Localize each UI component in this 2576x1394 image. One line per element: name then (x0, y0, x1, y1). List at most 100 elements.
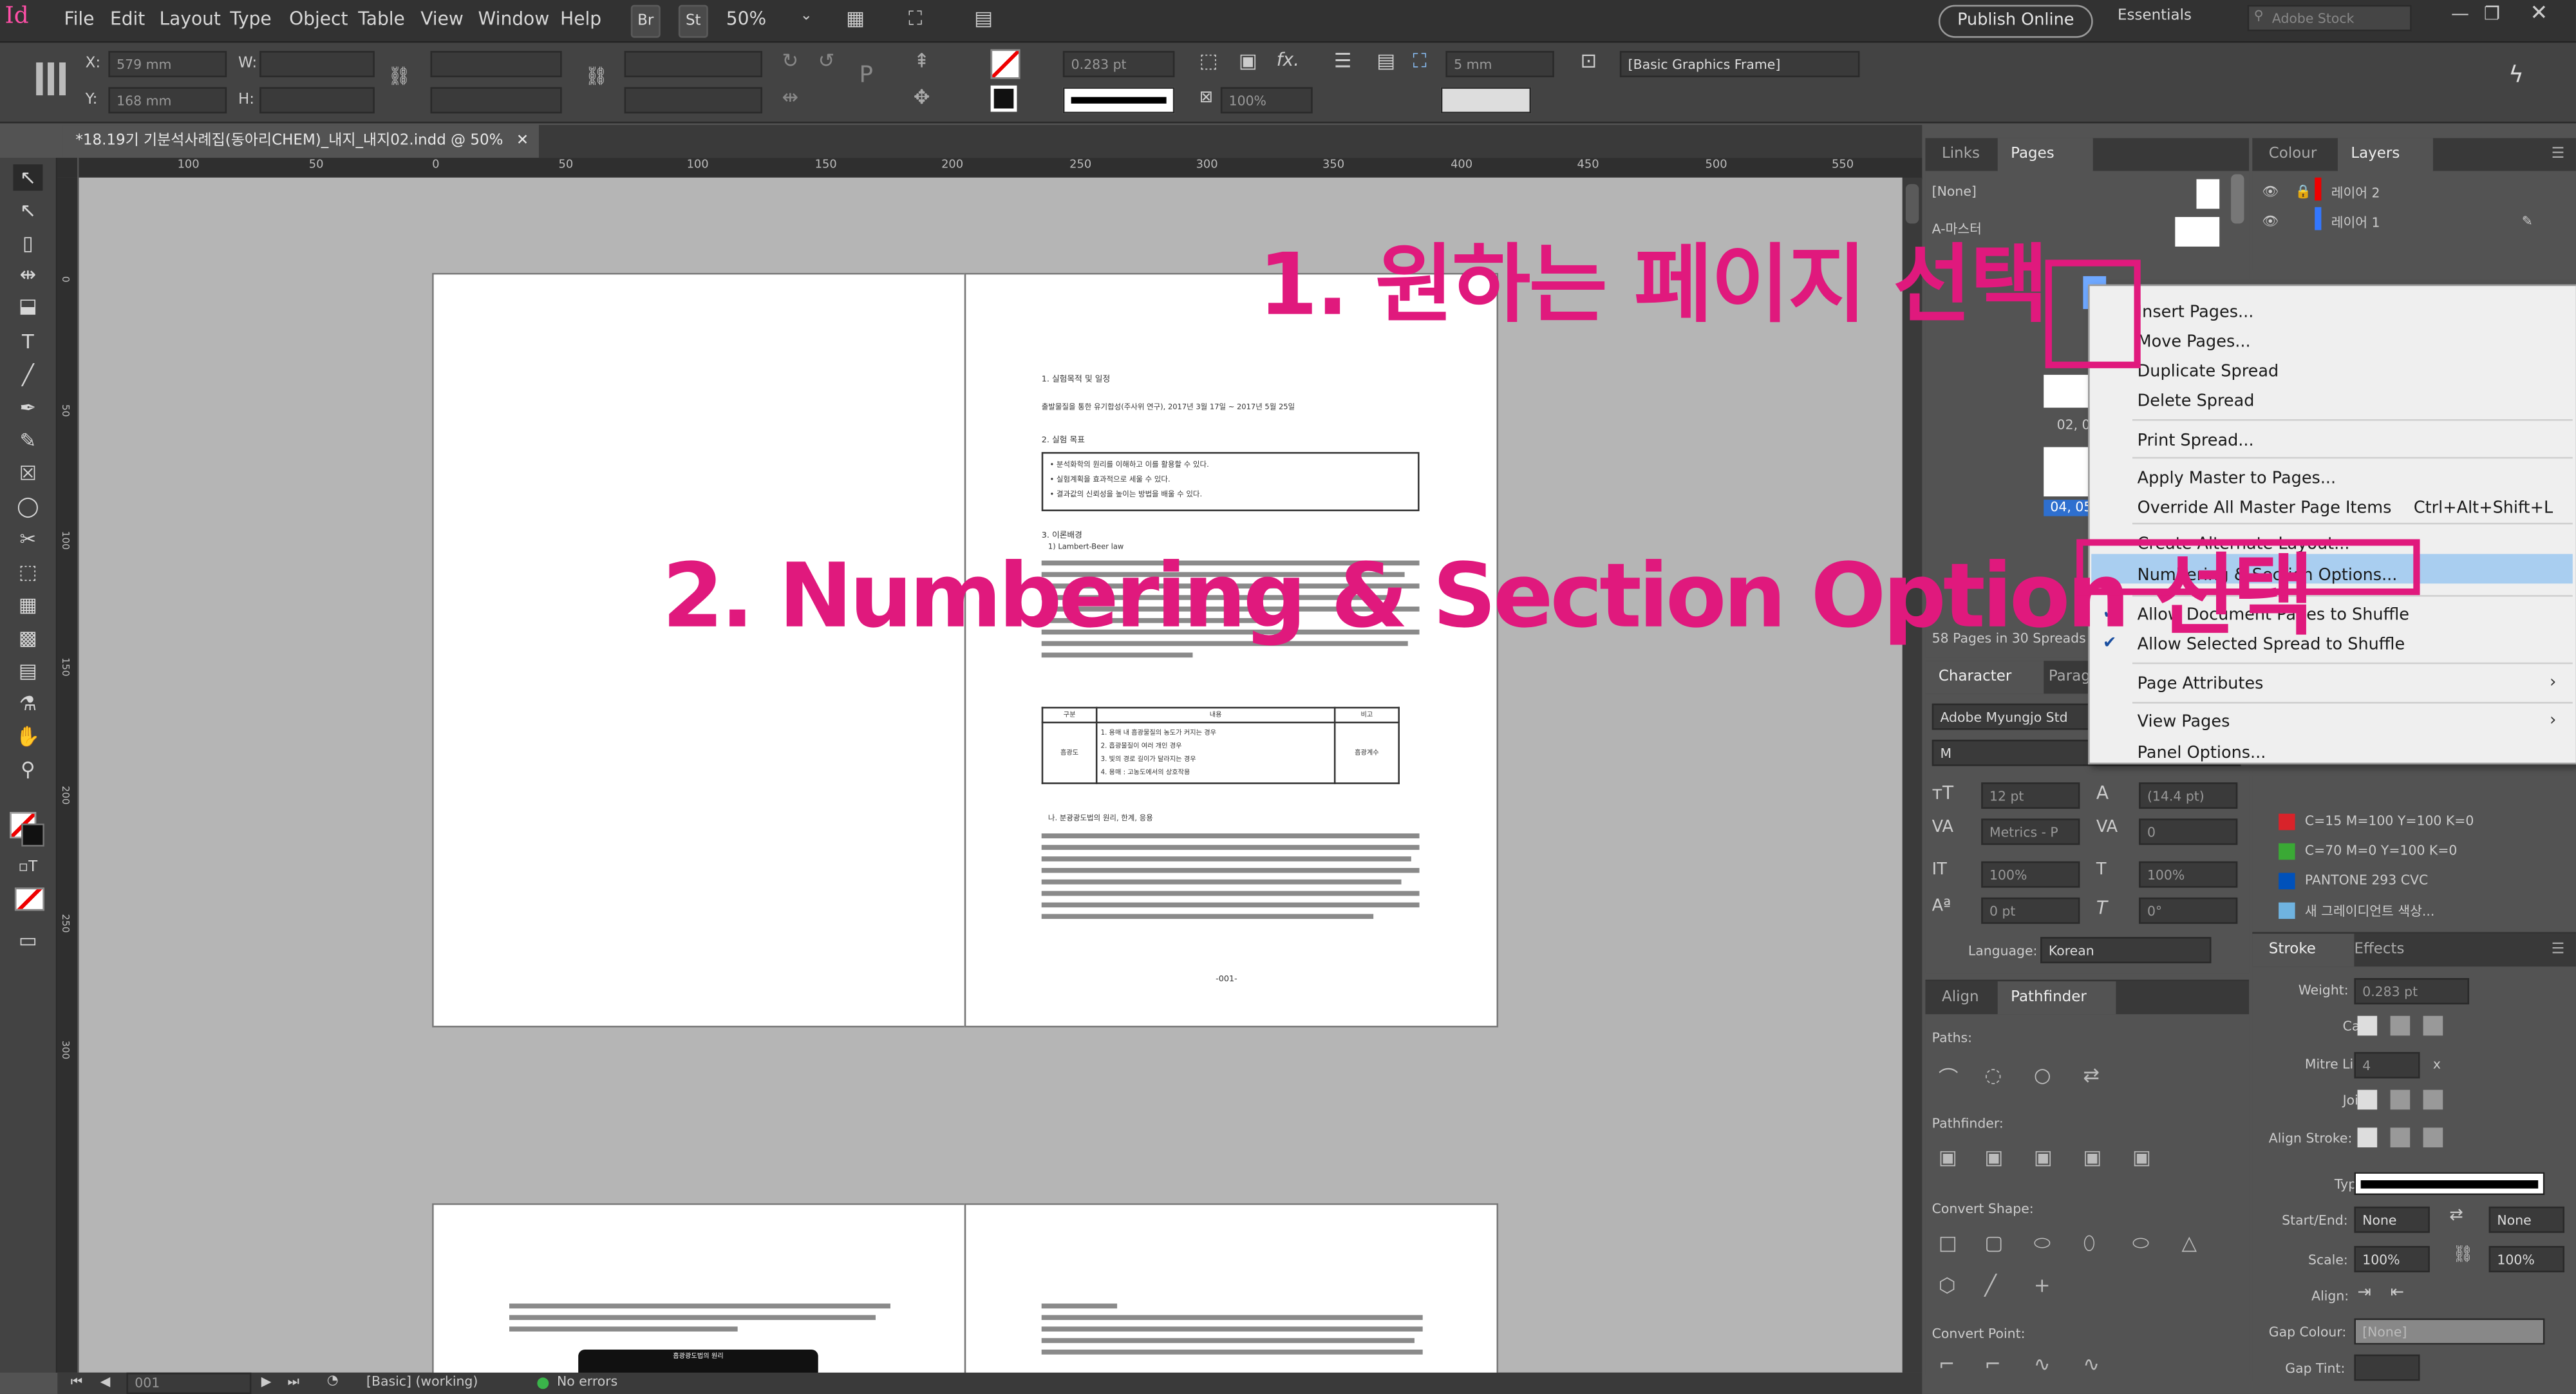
arrange-documents-icon[interactable]: ▤ (974, 6, 993, 30)
corner-point-icon[interactable]: ⌐ (1984, 1353, 2001, 1376)
rotation-field[interactable] (624, 51, 762, 77)
gap-tool-icon[interactable]: ⇹ (13, 261, 42, 288)
preflight-status[interactable]: No errors (557, 1374, 617, 1389)
wrap-around-icon[interactable]: ▤ (1377, 50, 1395, 73)
page-tool-icon[interactable]: ▯ (13, 230, 42, 256)
align-center-stroke-icon[interactable] (2357, 1127, 2378, 1147)
constrain-scale-icon[interactable]: ⛓ (585, 66, 608, 87)
pasteboard[interactable]: 1. 실험목적 및 일정 출발물질을 통한 유기합성(주사위 연구), 2017… (79, 177, 1903, 1388)
constrain-proportions-icon[interactable]: ⛓ (388, 66, 411, 87)
menu-item-delete-spread[interactable]: Delete Spread (2090, 390, 2573, 416)
none-master-label[interactable]: [None] (1932, 184, 1977, 199)
type-tool-icon[interactable]: T (13, 329, 42, 355)
align-outside-stroke-icon[interactable] (2423, 1127, 2443, 1147)
adobe-stock-search[interactable]: Adobe Stock (2247, 5, 2412, 32)
publish-online-button[interactable]: Publish Online (1938, 5, 2093, 38)
line-tool-icon[interactable]: ╱ (13, 362, 42, 388)
intersect-shape-icon[interactable]: ▣ (2034, 1145, 2053, 1169)
tab-stroke[interactable]: Stroke (2252, 934, 2355, 967)
menu-type[interactable]: Type (230, 8, 271, 30)
opacity-field[interactable]: 100% (1220, 87, 1313, 114)
gradient-swatch-tool-icon[interactable]: ▦ (13, 592, 42, 618)
auto-fit-icon[interactable]: ⛶ (1413, 50, 1426, 74)
stroke-type-field[interactable] (1062, 87, 1175, 114)
zoom-tool-icon[interactable]: ⚲ (13, 756, 42, 782)
minimize-icon[interactable]: — (2451, 3, 2469, 24)
layers-menu-icon[interactable]: ☰ (2552, 138, 2565, 171)
master-status[interactable]: [Basic] (working) (366, 1374, 478, 1389)
symmetrical-point-icon[interactable]: ∿ (2083, 1353, 2100, 1376)
convert-rounded-icon[interactable]: ▢ (1984, 1231, 2003, 1254)
tab-layers[interactable]: Layers (2337, 138, 2433, 171)
tab-links[interactable]: Links (1942, 138, 1980, 171)
content-collector-icon[interactable]: ⬓ (13, 292, 42, 319)
none-master-thumb[interactable] (2196, 179, 2220, 209)
menu-item-panel-options[interactable]: Panel Options... (2090, 741, 2573, 768)
direct-selection-tool-icon[interactable]: ↖ (13, 197, 42, 223)
layer1-visibility-icon[interactable]: 👁 (2262, 214, 2279, 229)
convert-bevel-icon[interactable]: ⬭ (2034, 1231, 2051, 1256)
close-window-icon[interactable]: ✕ (2530, 2, 2548, 26)
tab-effects[interactable]: Effects (2354, 934, 2404, 966)
scale-end-field[interactable]: 100% (2488, 1246, 2565, 1273)
kerning-field[interactable]: Metrics - P (1981, 818, 2080, 845)
open-path-icon[interactable]: ◌ (1984, 1064, 2002, 1087)
screen-mode-toggle-icon[interactable]: ▭ (13, 927, 42, 954)
tab-colour[interactable]: Colour (2269, 138, 2317, 171)
exclude-overlap-icon[interactable]: ▣ (2083, 1145, 2101, 1169)
stock-button[interactable]: St (678, 5, 708, 38)
swatch-row[interactable]: 새 그레이디언트 색상... (2252, 898, 2576, 924)
mitre-field[interactable]: 4 (2354, 1051, 2420, 1078)
horizontal-scale-field[interactable]: 100% (2139, 861, 2238, 888)
object-style-dropdown[interactable]: [Basic Graphics Frame] (1619, 51, 1860, 77)
add-shape-icon[interactable]: ▣ (1939, 1145, 1957, 1169)
start-dropdown[interactable]: None (2354, 1206, 2430, 1233)
end-dropdown[interactable]: None (2488, 1206, 2565, 1233)
pen-tool-icon[interactable]: ✒ (13, 395, 42, 421)
convert-plus-icon[interactable]: + (2034, 1274, 2051, 1297)
menu-layout[interactable]: Layout (160, 8, 221, 30)
h-field[interactable] (259, 87, 375, 114)
pencil-tool-icon[interactable]: ✎ (13, 428, 42, 454)
align-inside-stroke-icon[interactable] (2390, 1127, 2411, 1147)
tab-align[interactable]: Align (1942, 981, 1979, 1014)
stroke-menu-icon[interactable]: ☰ (2552, 934, 2565, 966)
gap-colour-dropdown[interactable]: [None] (2354, 1318, 2545, 1345)
y-field[interactable]: 168 mm (108, 87, 227, 114)
swatch-row[interactable]: C=70 M=0 Y=100 K=0 (2252, 838, 2576, 865)
page-left-2[interactable]: 흡광광도법의 원리 (432, 1203, 966, 1388)
convert-polygon-icon[interactable]: ⬡ (1939, 1274, 1956, 1297)
menu-table[interactable]: Table (358, 8, 405, 30)
font-size-field[interactable]: 12 pt (1981, 782, 2080, 809)
rectangle-frame-tool-icon[interactable]: ☒ (13, 460, 42, 487)
menu-item-page-attributes[interactable]: Page Attributes › (2090, 672, 2573, 699)
eyedropper-tool-icon[interactable]: ⚗ (13, 690, 42, 717)
tab-pathfinder[interactable]: Pathfinder (1997, 981, 2116, 1015)
link-scale-icon[interactable]: ⛓ (2453, 1246, 2474, 1264)
layer-name-2[interactable]: 레이어 2 (2331, 184, 2380, 202)
stroke-type-dropdown[interactable] (2354, 1172, 2545, 1196)
rotate-cw-icon[interactable]: ↻ (782, 50, 799, 73)
effects-fx-icon[interactable]: fx. (1277, 50, 1299, 71)
corner-options-icon[interactable]: ⬚ (1199, 50, 1218, 73)
layer-lock-icon[interactable]: 🔒 (2295, 184, 2311, 199)
smooth-point-icon[interactable]: ∿ (2034, 1353, 2051, 1376)
next-page-icon[interactable]: ▶ (261, 1374, 272, 1389)
menu-object[interactable]: Object (289, 8, 348, 30)
stroke-weight-field[interactable]: 0.283 pt (1062, 51, 1175, 77)
menu-help[interactable]: Help (560, 8, 601, 30)
vertical-scrollbar[interactable] (1902, 177, 1923, 1373)
prev-page-icon[interactable]: ◀ (100, 1374, 111, 1389)
convert-line-icon[interactable]: ╱ (1984, 1274, 1996, 1297)
close-path-icon[interactable]: ○ (2034, 1064, 2051, 1087)
plain-point-icon[interactable]: ⌐ (1939, 1353, 1955, 1376)
tab-character[interactable]: Character (1925, 661, 2044, 694)
ellipse-tool-icon[interactable]: ◯ (13, 493, 42, 520)
fill-swatch[interactable] (990, 49, 1020, 79)
menu-item-duplicate-spread[interactable]: Duplicate Spread (2090, 360, 2573, 386)
skew-field[interactable]: 0° (2139, 897, 2238, 924)
a-master-thumb[interactable] (2175, 216, 2220, 247)
baseline-shift-field[interactable]: 0 pt (1981, 897, 2080, 924)
scale-start-field[interactable]: 100% (2354, 1246, 2430, 1273)
arrow-inside-icon[interactable]: ⇤ (2391, 1284, 2404, 1302)
